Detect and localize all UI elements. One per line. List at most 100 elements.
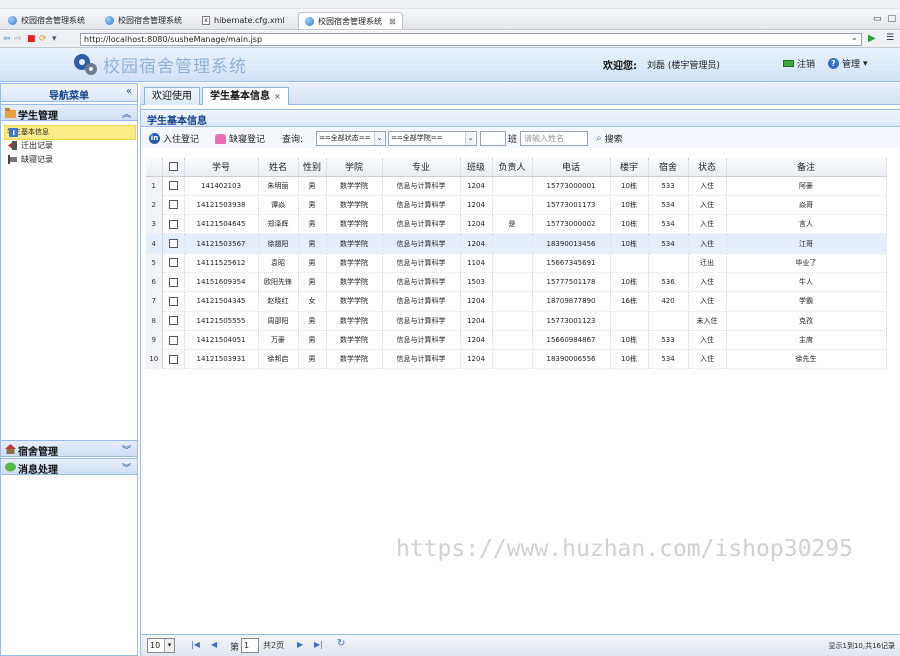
row-number: 8	[146, 311, 163, 331]
row-checkbox[interactable]	[168, 239, 178, 249]
maximize-icon[interactable]: □	[887, 14, 896, 24]
address-bar: ⇦ ⇨ ■ ⟳ ▾ http://localhost:8080/susheMan…	[0, 31, 900, 48]
row-select-cell[interactable]	[162, 176, 185, 196]
status-select[interactable]: ==全部状态== ⌄	[316, 131, 386, 146]
student-grid-panel: 学生基本信息 in 入住登记 缺寝登记 查询: ==全部状态== ⌄ ==全部学院=…	[140, 106, 900, 656]
tab-student-info[interactable]: 学生基本信息 ×	[202, 87, 289, 105]
close-tab-icon[interactable]: ×	[274, 92, 281, 101]
menu-icon[interactable]: ☰	[886, 33, 894, 43]
expand-down-icon[interactable]: ︾	[122, 461, 131, 474]
browser-tab-4-active[interactable]: 校园宿舍管理系统 ⊠	[298, 12, 403, 29]
name-search-input[interactable]: 请输入姓名	[520, 131, 588, 146]
row-select-cell[interactable]	[162, 330, 185, 351]
table-row[interactable]: 5 14111525612 袁昭男数学学院 信息与计算科学 1104 1566734569…	[146, 253, 887, 273]
expand-down-icon[interactable]: ︾	[122, 443, 131, 456]
accordion-student-management[interactable]: 学生管理 ︽	[1, 104, 137, 122]
select-all-header[interactable]	[162, 158, 185, 177]
search-button[interactable]: ⌕ 搜索	[596, 132, 623, 145]
row-checkbox[interactable]	[168, 316, 178, 326]
row-checkbox[interactable]	[168, 354, 178, 364]
current-page-input[interactable]: 1	[241, 638, 259, 653]
row-select-cell[interactable]	[162, 311, 185, 331]
next-page-icon[interactable]: ▶	[297, 640, 303, 649]
row-select-cell[interactable]	[162, 253, 185, 273]
row-select-cell[interactable]	[162, 214, 185, 235]
table-cell: 15773001123	[532, 311, 611, 331]
first-page-icon[interactable]: |◀	[191, 640, 200, 649]
collapse-icon[interactable]: «	[126, 86, 132, 97]
accordion-dorm-management[interactable]: 宿舍管理 ︾	[1, 440, 137, 458]
row-select-cell[interactable]	[162, 272, 185, 293]
help-icon: ?	[828, 58, 839, 69]
row-checkbox[interactable]	[168, 335, 178, 345]
tree-item-student-info[interactable]: 学生基本信息	[4, 125, 136, 140]
table-row[interactable]: 4 14121503567 徐翘阳男数学学院 信息与计算科学 1204 183900134…	[146, 233, 887, 254]
table-row[interactable]: 8 14121505555 周邵阳男数学学院 信息与计算科学 1204 157730011…	[146, 311, 887, 331]
table-row[interactable]: 10 14121503931 徐邦启男数学学院 信息与计算科学 1204 18390006…	[146, 349, 887, 370]
table-row[interactable]: 1 141402103 朱明丽男数学学院 信息与计算科学 1204 15773000001…	[146, 176, 887, 196]
column-header[interactable]: 姓名	[258, 158, 299, 177]
row-select-cell[interactable]	[162, 233, 185, 254]
row-select-cell[interactable]	[162, 291, 185, 312]
row-checkbox[interactable]	[168, 258, 178, 268]
navigation-title: 导航菜单	[49, 91, 89, 102]
absence-button[interactable]: 缺寝登记	[215, 132, 265, 145]
table-row[interactable]: 9 14121504051 万豪男数学学院 信息与计算科学 1204 1566098486…	[146, 330, 887, 351]
tab-welcome[interactable]: 欢迎使用	[144, 87, 200, 105]
accordion-title: 消息处理	[18, 465, 58, 476]
row-checkbox[interactable]	[168, 200, 178, 210]
table-cell: 15777501178	[532, 272, 611, 293]
row-select-cell[interactable]	[162, 195, 185, 216]
college-select[interactable]: ==全部学院== ⌄	[388, 131, 477, 146]
column-header[interactable]: 学院	[326, 158, 383, 177]
browser-tab-3[interactable]: x hibernate.cfg.xml	[196, 12, 291, 29]
logout-button[interactable]: 注销	[783, 57, 815, 70]
table-row[interactable]: 6 14151609354 欧阳先锋男数学学院 信息与计算科学 1503 15777501…	[146, 272, 887, 293]
back-icon[interactable]: ⇦	[3, 34, 11, 44]
column-header[interactable]: 负责人	[492, 158, 533, 177]
table-row[interactable]: 2 14121503938 谭焱男数学学院 信息与计算科学 1204 1577300117…	[146, 195, 887, 216]
stop-icon[interactable]: ■	[27, 34, 36, 44]
column-header[interactable]: 备注	[726, 158, 887, 177]
row-checkbox[interactable]	[168, 296, 178, 306]
chevron-down-icon[interactable]: ▾	[52, 34, 57, 44]
row-checkbox[interactable]	[168, 181, 178, 191]
browser-tab-2[interactable]: 校园宿舍管理系统	[99, 12, 188, 29]
row-checkbox[interactable]	[168, 277, 178, 287]
accordion-message-handling[interactable]: 消息处理 ︾	[1, 458, 137, 476]
page-size-select[interactable]: 10 ▾	[147, 638, 175, 653]
close-tab-icon[interactable]: ⊠	[389, 17, 396, 26]
table-cell: 14121504051	[184, 330, 259, 351]
class-input[interactable]	[480, 131, 506, 146]
last-page-icon[interactable]: ▶|	[314, 640, 323, 649]
row-checkbox[interactable]	[168, 219, 178, 229]
tree-item-moveout-records[interactable]: 迁出记录	[4, 139, 136, 152]
row-select-cell[interactable]	[162, 349, 185, 370]
browser-tab-1[interactable]: 校园宿舍管理系统	[2, 12, 91, 29]
exit-icon	[8, 141, 17, 150]
minimize-icon[interactable]: ▭	[873, 14, 882, 24]
forward-icon[interactable]: ⇨	[14, 34, 22, 44]
column-header[interactable]: 班级	[460, 158, 493, 177]
collapse-up-icon[interactable]: ︽	[122, 107, 131, 120]
column-header[interactable]: 宿舍	[648, 158, 689, 177]
column-header[interactable]: 状态	[688, 158, 727, 177]
column-header[interactable]: 电话	[532, 158, 611, 177]
checkin-button[interactable]: in 入住登记	[149, 132, 199, 145]
tree-item-absence-records[interactable]: 缺寝记录	[4, 153, 136, 166]
refresh-icon[interactable]: ↻	[337, 638, 345, 649]
select-all-checkbox[interactable]	[168, 161, 178, 171]
refresh-icon[interactable]: ⟳	[39, 34, 47, 44]
table-cell	[492, 272, 533, 293]
column-header[interactable]: 性别	[298, 158, 327, 177]
table-row[interactable]: 7 14121504345 赵晓红女数学学院 信息与计算科学 1204 187098778…	[146, 291, 887, 312]
column-header[interactable]: 学号	[184, 158, 259, 177]
go-icon[interactable]: ▶	[868, 33, 876, 44]
url-input[interactable]: http://localhost:8080/susheManage/main.j…	[80, 33, 862, 46]
column-header[interactable]: 专业	[382, 158, 461, 177]
prev-page-icon[interactable]: ◀	[211, 640, 217, 649]
manage-menu-button[interactable]: ? 管理 ▾	[828, 57, 868, 70]
url-dropdown-icon[interactable]: ⌄	[851, 33, 858, 42]
table-row[interactable]: 3 14121504645 郑泽辉男数学学院 信息与计算科学 1204 是 15773000…	[146, 214, 887, 235]
column-header[interactable]: 楼宇	[610, 158, 649, 177]
